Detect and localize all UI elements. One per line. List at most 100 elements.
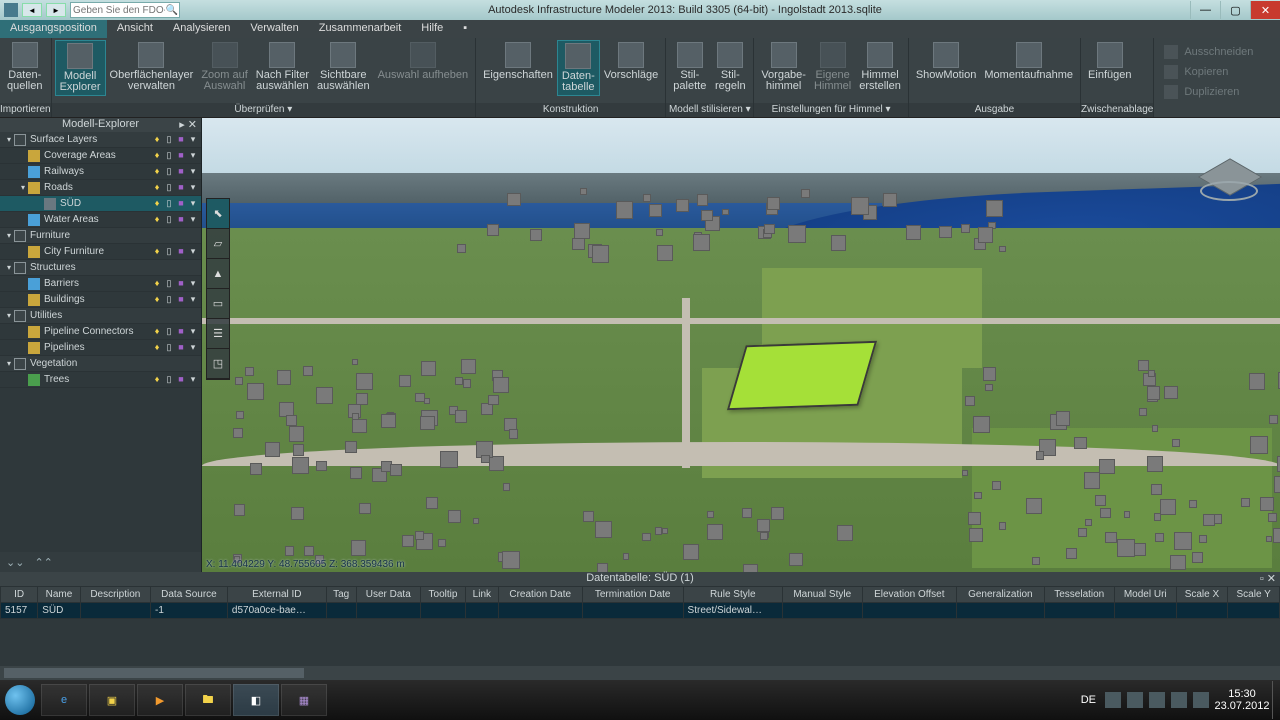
- ribbon-sichtbare[interactable]: Sichtbareauswählen: [313, 40, 374, 94]
- tree-item[interactable]: City Furniture♦▯■▾: [0, 244, 201, 260]
- ribbon-auswahlaufheben[interactable]: Auswahl aufheben: [374, 40, 473, 83]
- tray-lang[interactable]: DE: [1081, 694, 1096, 706]
- dropdown-icon[interactable]: ▾: [187, 342, 199, 353]
- ribbon-einfgen[interactable]: Einfügen: [1084, 40, 1135, 83]
- clipboard-ausschneiden[interactable]: Ausschneiden: [1160, 42, 1257, 62]
- table-cell[interactable]: [582, 603, 683, 619]
- dropdown-icon[interactable]: ▾: [187, 246, 199, 257]
- visibility-icon[interactable]: ♦: [151, 278, 163, 289]
- lock-icon[interactable]: ▯: [163, 294, 175, 305]
- dropdown-icon[interactable]: ▾: [187, 214, 199, 225]
- tree-item[interactable]: ▾Roads♦▯■▾: [0, 180, 201, 196]
- ribbon-momentaufnahme[interactable]: Momentaufnahme: [980, 40, 1077, 83]
- menu-analysieren[interactable]: Analysieren: [163, 20, 240, 38]
- col-header[interactable]: Scale X: [1176, 587, 1228, 603]
- tree-item[interactable]: Buildings♦▯■▾: [0, 292, 201, 308]
- menu-ansicht[interactable]: Ansicht: [107, 20, 163, 38]
- taskbar-folder[interactable]: 🖿: [185, 684, 231, 716]
- menu-hilfe[interactable]: Hilfe: [411, 20, 453, 38]
- ribbon-zoomauf[interactable]: Zoom aufAuswahl: [197, 40, 251, 94]
- table-cell[interactable]: [1228, 603, 1280, 619]
- table-row[interactable]: 5157SÜD-1d570a0ce-bae…Street/Sidewal…: [1, 603, 1280, 619]
- show-desktop[interactable]: [1272, 681, 1280, 719]
- table-cell[interactable]: [1114, 603, 1176, 619]
- tree-group[interactable]: ▾Vegetation: [0, 356, 201, 372]
- tree-item[interactable]: Pipeline Connectors♦▯■▾: [0, 324, 201, 340]
- explorer-tree[interactable]: ▾Surface Layers♦▯■▾Coverage Areas♦▯■▾Rai…: [0, 132, 201, 552]
- vtool-layers[interactable]: ☰: [207, 319, 229, 349]
- ribbon-modell[interactable]: ModellExplorer: [55, 40, 106, 96]
- col-header[interactable]: Tesselation: [1044, 587, 1114, 603]
- menu-verwalten[interactable]: Verwalten: [240, 20, 308, 38]
- style-icon[interactable]: ■: [175, 326, 187, 337]
- tree-group[interactable]: ▾Utilities: [0, 308, 201, 324]
- lock-icon[interactable]: ▯: [163, 326, 175, 337]
- taskbar-app2[interactable]: ▦: [281, 684, 327, 716]
- expand-all-icon[interactable]: ⌃⌃: [34, 556, 52, 569]
- tree-group[interactable]: ▾Structures: [0, 260, 201, 276]
- style-icon[interactable]: ■: [175, 294, 187, 305]
- tree-group[interactable]: ▾Furniture: [0, 228, 201, 244]
- maximize-button[interactable]: ▢: [1220, 1, 1250, 19]
- vtool-measure[interactable]: ▲: [207, 259, 229, 289]
- ribbon-vorgabe[interactable]: Vorgabe-himmel: [757, 40, 810, 94]
- col-header[interactable]: Generalization: [957, 587, 1045, 603]
- viewcube[interactable]: [1200, 153, 1260, 203]
- tray-icon[interactable]: [1127, 692, 1143, 708]
- table-cell[interactable]: [466, 603, 499, 619]
- col-header[interactable]: Description: [80, 587, 150, 603]
- col-header[interactable]: Scale Y: [1228, 587, 1280, 603]
- col-header[interactable]: Creation Date: [498, 587, 582, 603]
- tray-icon[interactable]: [1149, 692, 1165, 708]
- table-cell[interactable]: SÜD: [38, 603, 80, 619]
- col-header[interactable]: External ID: [227, 587, 326, 603]
- visibility-icon[interactable]: ♦: [151, 214, 163, 225]
- table-cell[interactable]: [1176, 603, 1228, 619]
- menu-overflow[interactable]: ▪: [453, 20, 477, 38]
- col-header[interactable]: Rule Style: [683, 587, 782, 603]
- tray-icon[interactable]: [1171, 692, 1187, 708]
- tree-item[interactable]: Barriers♦▯■▾: [0, 276, 201, 292]
- ribbon-stil[interactable]: Stil-palette: [669, 40, 710, 94]
- visibility-icon[interactable]: ♦: [151, 374, 163, 385]
- style-icon[interactable]: ■: [175, 214, 187, 225]
- fdo-search-input[interactable]: [71, 5, 165, 16]
- tree-item[interactable]: Coverage Areas♦▯■▾: [0, 148, 201, 164]
- table-cell[interactable]: 5157: [1, 603, 38, 619]
- ribbon-daten[interactable]: Daten-tabelle: [557, 40, 600, 96]
- tree-item[interactable]: Water Areas♦▯■▾: [0, 212, 201, 228]
- tray-icon[interactable]: [1193, 692, 1209, 708]
- style-icon[interactable]: ■: [175, 134, 187, 145]
- lock-icon[interactable]: ▯: [163, 342, 175, 353]
- style-icon[interactable]: ■: [175, 374, 187, 385]
- col-header[interactable]: Name: [38, 587, 80, 603]
- col-header[interactable]: Data Source: [150, 587, 227, 603]
- ribbon-eigenschaften[interactable]: Eigenschaften: [479, 40, 557, 83]
- visibility-icon[interactable]: ♦: [151, 166, 163, 177]
- vtool-screenshot[interactable]: ◳: [207, 349, 229, 379]
- dropdown-icon[interactable]: ▾: [187, 182, 199, 193]
- qat-back[interactable]: ◄: [22, 3, 42, 17]
- dropdown-icon[interactable]: ▾: [187, 166, 199, 177]
- taskbar-explorer[interactable]: ▣: [89, 684, 135, 716]
- visibility-icon[interactable]: ♦: [151, 342, 163, 353]
- ribbon-showmotion[interactable]: ShowMotion: [912, 40, 981, 83]
- col-header[interactable]: ID: [1, 587, 38, 603]
- ribbon-eigene[interactable]: EigeneHimmel: [810, 40, 855, 94]
- table-cell[interactable]: [80, 603, 150, 619]
- clipboard-duplizieren[interactable]: Duplizieren: [1160, 82, 1257, 102]
- visibility-icon[interactable]: ♦: [151, 246, 163, 257]
- table-cell[interactable]: [1044, 603, 1114, 619]
- table-cell[interactable]: Street/Sidewal…: [683, 603, 782, 619]
- taskbar-aim[interactable]: ◧: [233, 684, 279, 716]
- tree-item[interactable]: Pipelines♦▯■▾: [0, 340, 201, 356]
- col-header[interactable]: Termination Date: [582, 587, 683, 603]
- col-header[interactable]: Link: [466, 587, 499, 603]
- viewport-3d[interactable]: ⬉ ▱ ▲ ▭ ☰ ◳ X: 11.404229 Y: 48.755605 Z:…: [202, 118, 1280, 572]
- menu-zusammenarbeit[interactable]: Zusammenarbeit: [309, 20, 412, 38]
- vtool-box[interactable]: ▭: [207, 289, 229, 319]
- qat-fwd[interactable]: ►: [46, 3, 66, 17]
- menu-ausgangsposition[interactable]: Ausgangsposition: [0, 20, 107, 38]
- col-header[interactable]: Tag: [326, 587, 356, 603]
- panel-pin-icon[interactable]: ▸ ✕: [179, 118, 197, 131]
